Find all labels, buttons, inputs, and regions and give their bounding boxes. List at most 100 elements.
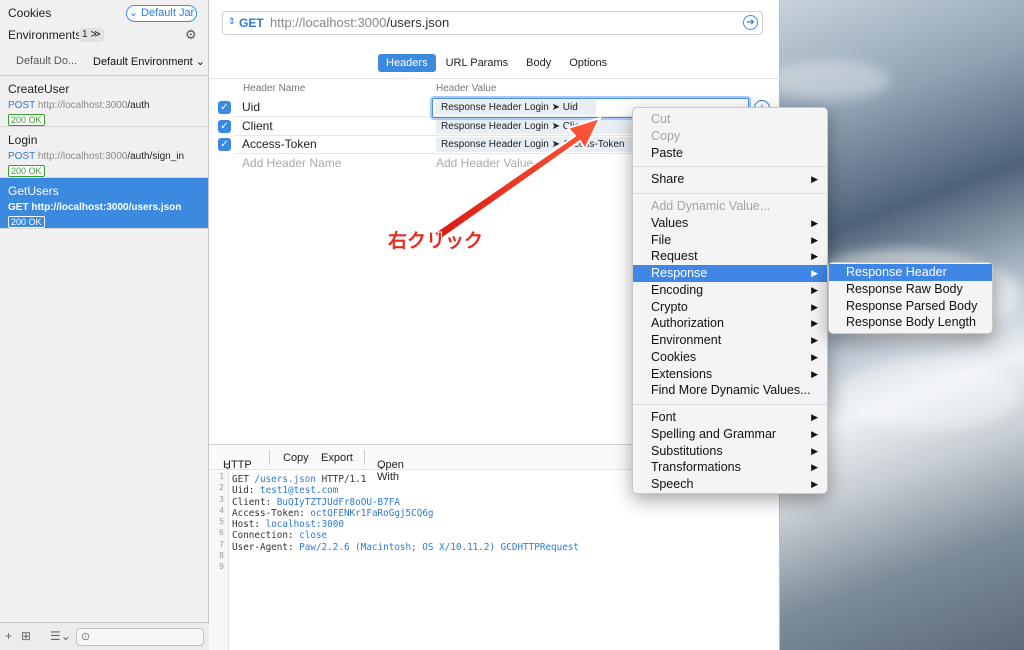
menu-separator: [633, 193, 827, 194]
header-enabled-checkbox[interactable]: ✓: [218, 120, 231, 133]
env-domain-selector[interactable]: Default Do...: [16, 55, 77, 67]
request-name: GetUsers: [8, 184, 59, 198]
menu-item-extensions[interactable]: Extensions ▶: [633, 366, 827, 383]
export-button[interactable]: Export: [321, 452, 353, 464]
code-value: BuQIyTZTJUdFr8oOU-B7FA: [276, 496, 400, 508]
http-request-preview: GET /users.json HTTP/1.1 Uid: test1@test.…: [232, 474, 579, 576]
menu-item-environment[interactable]: Environment ▶: [633, 332, 827, 349]
submenu-item-response-body-length[interactable]: Response Body Length: [829, 314, 992, 331]
code-rest: HTTP/1.1: [315, 474, 367, 485]
menu-item-encoding[interactable]: Encoding ▶: [633, 282, 827, 299]
submenu-item-response-header[interactable]: Response Header: [829, 264, 992, 281]
env-count-badge[interactable]: 1 ≫: [79, 28, 104, 42]
sort-icon[interactable]: ☰⌄: [50, 629, 71, 643]
menu-item-file[interactable]: File ▶: [633, 232, 827, 249]
cookie-jar-button[interactable]: ⌄ Default Jar: [126, 5, 197, 22]
copy-button[interactable]: Copy: [283, 452, 309, 464]
new-group-icon[interactable]: ⊞: [21, 629, 31, 643]
request-item-createuser[interactable]: CreateUser POST http://localhost:3000/au…: [0, 76, 208, 127]
submenu-item-response-parsed-body[interactable]: Response Parsed Body: [829, 298, 992, 315]
request-method: POST: [8, 151, 36, 162]
url-host: http://localhost:3000: [270, 15, 387, 30]
request-tabs: Headers URL Params Body Options: [378, 54, 615, 72]
url-field[interactable]: http://localhost:3000/users.json: [270, 15, 449, 30]
menu-item-substitutions[interactable]: Substitutions ▶: [633, 443, 827, 460]
chevron-right-icon: ▶: [811, 428, 818, 439]
menu-item-spelling-and-grammar[interactable]: Spelling and Grammar ▶: [633, 426, 827, 443]
tab-url-params[interactable]: URL Params: [438, 54, 517, 72]
tab-headers[interactable]: Headers: [378, 54, 436, 72]
sidebar: Cookies ⌄ Default Jar Environments 1 ≫ ⚙…: [0, 0, 209, 650]
header-name[interactable]: Uid: [242, 100, 260, 114]
chevron-right-icon: ▶: [811, 284, 818, 295]
chevron-right-icon: ▶: [811, 462, 818, 473]
request-path: /auth/sign_in: [127, 151, 185, 162]
menu-item-crypto[interactable]: Crypto ▶: [633, 299, 827, 316]
request-item-login[interactable]: Login POST http://localhost:3000/auth/si…: [0, 127, 208, 178]
code-key: Access-Token:: [232, 507, 311, 519]
menu-item-copy: Copy: [651, 128, 681, 143]
divider: [209, 78, 780, 79]
menu-item-transformations[interactable]: Transformations ▶: [633, 459, 827, 476]
code-line: Uid: test1@test.com: [232, 485, 579, 496]
code-key: Connection:: [232, 530, 300, 542]
menu-item-share[interactable]: Share ▶: [633, 171, 827, 188]
menu-item-font[interactable]: Font ▶: [633, 409, 827, 426]
env-count: 1: [82, 29, 88, 40]
menu-separator: [633, 404, 827, 405]
menu-item-find-more-dynamic-values[interactable]: Find More Dynamic Values...: [633, 382, 827, 399]
code-key: Host:: [232, 519, 266, 531]
menu-item-request[interactable]: Request ▶: [633, 248, 827, 265]
divider: [364, 450, 365, 465]
method-label[interactable]: GET: [239, 16, 264, 30]
url-path: /users.json: [386, 15, 450, 30]
tab-body[interactable]: Body: [518, 54, 559, 72]
header-name[interactable]: Client: [242, 119, 273, 133]
gear-icon[interactable]: ⚙: [185, 27, 197, 43]
chevron-down-icon: ⌄: [377, 460, 387, 472]
request-url: GET http://localhost:3000/users.json: [8, 202, 181, 213]
line-number: 1: [219, 472, 224, 481]
line-number: 4: [219, 505, 224, 515]
code-line: Connection: close: [232, 530, 579, 541]
menu-item-response[interactable]: Response ▶: [633, 265, 827, 282]
menu-item-values[interactable]: Values ▶: [633, 215, 827, 232]
request-host: http://localhost:3000/users.json: [31, 202, 182, 213]
url-bar[interactable]: ⇕ GET http://localhost:3000/users.json ➔: [222, 11, 763, 35]
request-method: POST: [8, 100, 36, 111]
status-badge: 200 OK: [8, 114, 45, 126]
env-selector[interactable]: Default Environment ⌄: [93, 55, 205, 68]
dynamic-value-token[interactable]: Response Header Login ➤ Access-Token: [436, 137, 632, 152]
code-value: localhost:3000: [265, 519, 344, 531]
menu-item-speech[interactable]: Speech ▶: [633, 476, 827, 493]
dynamic-value-token[interactable]: Response Header Login ➤ Client: [436, 119, 632, 134]
context-menu: Cut Copy Paste Share ▶ Add Dynamic Value... Va…: [632, 107, 828, 494]
add-header-value-field[interactable]: Add Header Value: [436, 156, 626, 170]
chevron-down-icon: ⌄: [128, 7, 138, 19]
chevron-right-icon: ▶: [811, 251, 818, 262]
header-name[interactable]: Access-Token: [242, 137, 317, 151]
add-header-name-field[interactable]: Add Header Name: [242, 156, 341, 170]
column-header-value: Header Value: [436, 83, 497, 94]
menu-item-paste[interactable]: Paste: [633, 145, 827, 162]
chevron-right-icon: ▶: [811, 445, 818, 456]
status-badge: 200 OK: [8, 165, 45, 177]
request-host: http://localhost:3000: [37, 100, 128, 111]
header-enabled-checkbox[interactable]: ✓: [218, 101, 231, 114]
add-icon[interactable]: +: [5, 629, 12, 643]
chevron-right-icon: ▶: [811, 318, 818, 329]
menu-item-authorization[interactable]: Authorization ▶: [633, 315, 827, 332]
code-line: Host: localhost:3000: [232, 519, 579, 530]
send-request-icon[interactable]: ➔: [743, 15, 758, 30]
submenu-item-response-raw-body[interactable]: Response Raw Body: [829, 281, 992, 298]
menu-item-cookies[interactable]: Cookies ▶: [633, 349, 827, 366]
divider: [269, 450, 270, 465]
chevron-right-icon: ▶: [811, 351, 818, 362]
line-number: 7: [219, 539, 224, 549]
method-stepper-icon[interactable]: ⇕: [228, 16, 236, 27]
search-input[interactable]: ⊙: [76, 628, 204, 646]
request-item-getusers[interactable]: GetUsers GET http://localhost:3000/users…: [0, 178, 208, 229]
header-enabled-checkbox[interactable]: ✓: [218, 138, 231, 151]
tab-options[interactable]: Options: [561, 54, 615, 72]
